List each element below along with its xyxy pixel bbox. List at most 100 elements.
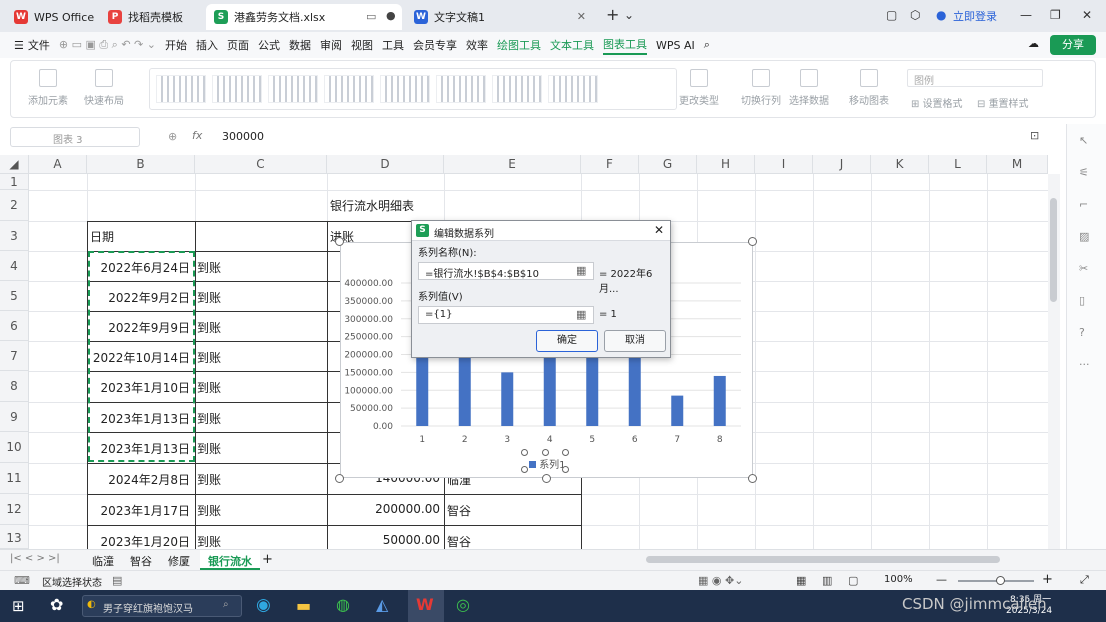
chart-style-gallery[interactable] [149, 68, 677, 110]
window-switch-icon[interactable]: ▢ [886, 8, 897, 22]
expand-formula-icon[interactable]: ⊡ [1030, 129, 1039, 142]
monitor-icon[interactable]: ▭ [366, 10, 376, 23]
doc-icon[interactable]: ▤ [112, 574, 122, 587]
folder-icon[interactable]: ▬ [296, 596, 311, 615]
select-data-button[interactable]: 选择数据 [787, 69, 831, 107]
edge-icon[interactable]: ◉ [256, 595, 271, 615]
app-icon[interactable]: ◍ [336, 595, 350, 614]
status-cell[interactable]: 到账 [197, 349, 221, 366]
add-element-button[interactable]: 添加元素 [23, 69, 73, 107]
status-cell[interactable]: 到账 [197, 259, 221, 276]
filter-icon[interactable]: ⚟ [1079, 166, 1089, 179]
legend[interactable]: 系列1 [529, 456, 566, 471]
fx-icon[interactable]: fx [192, 129, 202, 142]
select-all-corner[interactable]: ◢ [0, 155, 29, 174]
cube-icon[interactable]: ⬡ [910, 8, 920, 22]
window-close-icon[interactable]: ✕ [1082, 8, 1092, 22]
menu-drawing-tools[interactable]: 绘图工具 [497, 37, 541, 53]
new-tab-icon[interactable]: + [606, 5, 619, 24]
menu-data[interactable]: 数据 [289, 37, 311, 53]
company-cell[interactable]: 智谷 [447, 502, 471, 519]
scroll-thumb[interactable] [1050, 198, 1057, 302]
row-header[interactable]: 12 [0, 494, 29, 525]
row-header[interactable]: 11 [0, 463, 29, 494]
column-header[interactable]: M [987, 155, 1048, 174]
legend-handle[interactable] [542, 449, 549, 456]
column-header[interactable]: K [871, 155, 929, 174]
tab-wps-office[interactable]: W WPS Office [6, 4, 96, 30]
hamburger-icon[interactable]: ☰ [14, 39, 24, 52]
legend-handle[interactable] [562, 466, 569, 473]
name-box[interactable]: 图表 3 [10, 127, 140, 147]
status-cell[interactable]: 到账 [197, 471, 221, 488]
resize-handle[interactable] [335, 237, 344, 246]
change-type-button[interactable]: 更改类型 [677, 69, 721, 107]
column-header[interactable]: J [813, 155, 871, 174]
restore-icon[interactable]: ❐ [1050, 8, 1061, 22]
legend-handle[interactable] [521, 449, 528, 456]
row-header[interactable]: 10 [0, 432, 29, 463]
date-cell[interactable]: 2022年10月14日 [93, 349, 190, 366]
column-header[interactable]: E [444, 155, 581, 174]
column-header[interactable]: B [87, 155, 195, 174]
column-header[interactable]: C [195, 155, 327, 174]
menu-file[interactable]: 文件 [28, 37, 50, 53]
date-cell[interactable]: 2022年9月9日 [108, 319, 190, 336]
legend-handle[interactable] [521, 466, 528, 473]
sheet-tab[interactable]: 临潼 [92, 553, 114, 569]
menu-insert[interactable]: 插入 [196, 37, 218, 53]
share-button[interactable]: 分享 [1050, 35, 1096, 55]
row-header[interactable]: 1 [0, 174, 29, 190]
status-cell[interactable]: 到账 [197, 440, 221, 457]
tools-icon[interactable]: ✂ [1079, 262, 1088, 275]
status-cell[interactable]: 到账 [197, 410, 221, 427]
series-name-input[interactable]: =银行流水!$B$4:$B$10 [418, 262, 594, 280]
formula-input[interactable]: 300000 [222, 130, 264, 143]
vertical-scrollbar[interactable] [1048, 174, 1060, 549]
widgets-icon[interactable]: ✿ [50, 595, 63, 614]
normal-view-icon[interactable]: ▦ [796, 574, 806, 587]
amount-cell[interactable]: 200000.00 [375, 502, 440, 516]
wechat-icon[interactable]: ◎ [456, 595, 470, 614]
menu-page[interactable]: 页面 [227, 37, 249, 53]
column-header[interactable]: H [697, 155, 755, 174]
company-cell[interactable]: 智谷 [447, 533, 471, 549]
minimize-icon[interactable]: — [1020, 8, 1032, 22]
date-cell[interactable]: 2023年1月13日 [101, 410, 190, 427]
row-header[interactable]: 5 [0, 281, 29, 311]
user-icon[interactable]: ● [936, 8, 946, 22]
layout-view-icon[interactable]: ▥ [822, 574, 832, 587]
windows-start-icon[interactable]: ⊞ [12, 597, 25, 615]
date-cell[interactable]: 2023年1月10日 [101, 379, 190, 396]
row-header[interactable]: 9 [0, 402, 29, 432]
tab-docer[interactable]: P 找稻壳模板 [100, 4, 200, 30]
move-chart-button[interactable]: 移动图表 [847, 69, 891, 107]
zoom-formula-icon[interactable]: ⊕ [168, 130, 177, 143]
row-header[interactable]: 13 [0, 525, 29, 549]
sheet-nav-icons[interactable]: |< < > >| [10, 553, 60, 564]
row-header[interactable]: 8 [0, 371, 29, 402]
date-cell[interactable]: 2024年2月8日 [108, 471, 190, 488]
zoom-out-icon[interactable]: — [936, 573, 947, 586]
menu-tools[interactable]: 工具 [382, 37, 404, 53]
switch-rowcol-button[interactable]: 切换行列 [739, 69, 783, 107]
amount-cell[interactable]: 50000.00 [383, 533, 440, 547]
cloud-icon[interactable]: ☁ [1028, 37, 1039, 50]
resize-handle[interactable] [335, 474, 344, 483]
row-header[interactable]: 3 [0, 221, 29, 251]
date-cell[interactable]: 2023年1月20日 [101, 533, 190, 549]
crop-icon[interactable]: ⌐ [1079, 198, 1088, 211]
resize-handle[interactable] [542, 474, 551, 483]
taskbar-search[interactable]: ◐ 男子穿红旗袍饱汉马 ⌕ [82, 595, 242, 617]
resize-handle[interactable] [748, 237, 757, 246]
status-cell[interactable]: 到账 [197, 319, 221, 336]
search-icon[interactable]: ⌕ [704, 38, 710, 52]
menu-efficiency[interactable]: 效率 [466, 37, 488, 53]
row-header[interactable]: 7 [0, 341, 29, 371]
zoom-slider-thumb[interactable] [996, 576, 1005, 585]
zoom-in-icon[interactable]: + [1042, 572, 1053, 587]
book-icon[interactable]: ▯ [1079, 294, 1085, 307]
status-cell[interactable]: 到账 [197, 379, 221, 396]
column-header[interactable]: L [929, 155, 987, 174]
row-header[interactable]: 6 [0, 311, 29, 341]
